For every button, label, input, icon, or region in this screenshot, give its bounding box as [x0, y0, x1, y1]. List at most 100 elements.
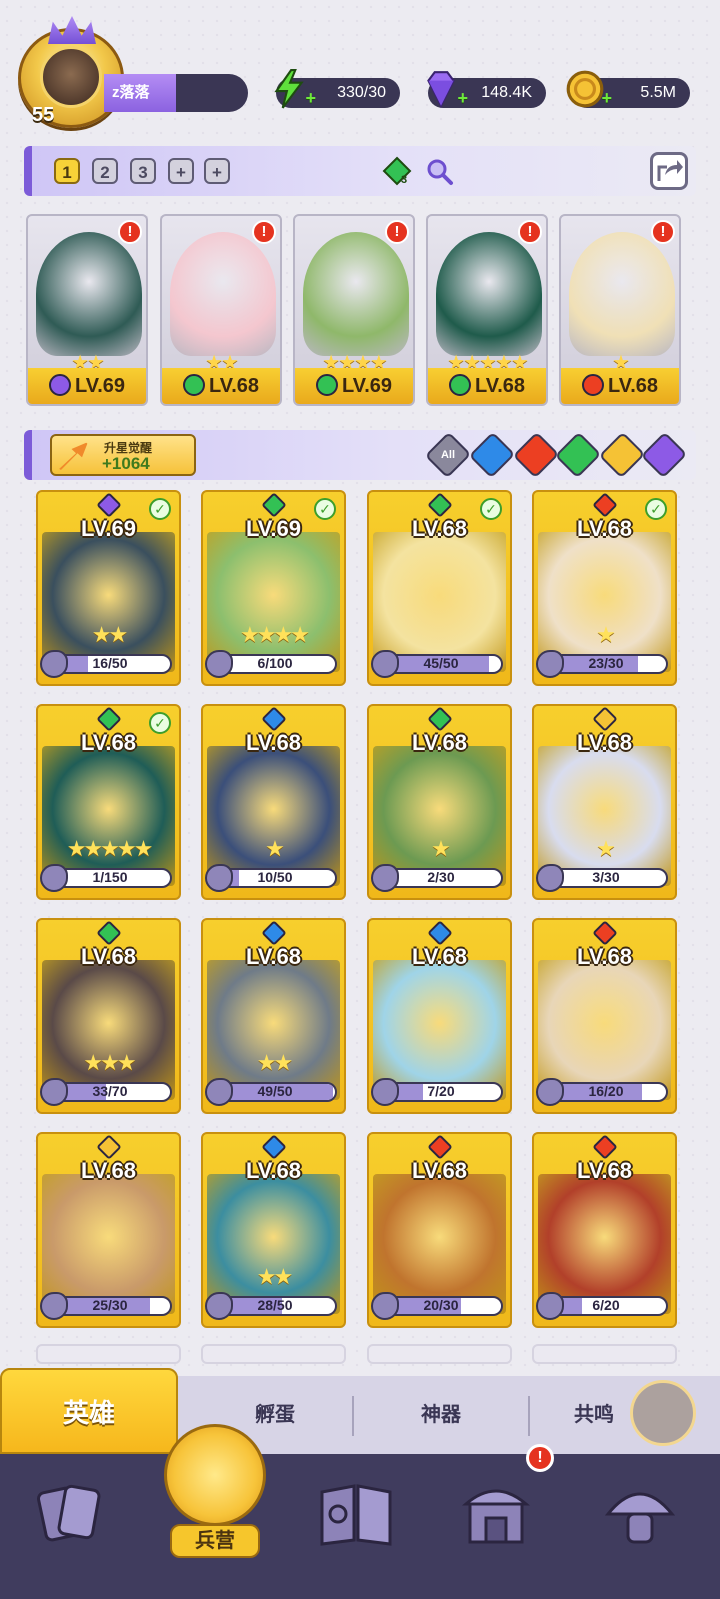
team-tab-1[interactable]: 1 — [54, 158, 80, 184]
hero-shard-icon — [371, 1292, 399, 1320]
team-slot[interactable]: ! ★★★★ LV.69 — [293, 214, 415, 406]
hero-level: LV.68 — [245, 944, 302, 969]
shard-progress-text: 33/70 — [92, 1083, 128, 1099]
energy-counter[interactable]: + 330/30 — [274, 69, 400, 109]
hero-card[interactable]: LV.68 ★ 2/30 — [367, 704, 512, 900]
team-tab-2[interactable]: 2 — [92, 158, 118, 184]
shard-progress-text: 2/30 — [427, 869, 455, 885]
hero-card[interactable]: LV.68 16/20 — [532, 918, 677, 1114]
shard-progress-text: 20/30 — [423, 1297, 459, 1313]
add-team-tab[interactable]: + — [168, 158, 194, 184]
player-level: 55 — [32, 104, 55, 126]
player-name: z落落 — [104, 74, 176, 112]
player-name-bar[interactable]: z落落 — [104, 74, 248, 112]
hero-portrait — [170, 232, 276, 356]
gem-counter[interactable]: + 148.4K — [427, 71, 546, 109]
element-fire-icon — [592, 920, 618, 946]
team-slot[interactable]: ! ★ LV.68 — [559, 214, 681, 406]
hero-card[interactable]: LV.68 ★★ 49/50 — [201, 918, 346, 1114]
hero-card[interactable]: LV.68 7/20 — [367, 918, 512, 1114]
shard-progress-text: 6/20 — [592, 1297, 620, 1313]
crown-icon — [48, 16, 96, 44]
add-team-tab[interactable]: + — [204, 158, 230, 184]
share-icon — [657, 160, 683, 181]
shard-progress-text: 25/30 — [92, 1297, 128, 1313]
hero-card-partial[interactable] — [201, 1344, 346, 1364]
hero-card[interactable]: ✓ LV.68 45/50 — [367, 490, 512, 686]
hero-level: LV.68 — [607, 375, 659, 397]
shard-progress-text: 16/20 — [588, 1083, 624, 1099]
filter-wind[interactable] — [554, 431, 602, 479]
hero-card-partial[interactable] — [36, 1344, 181, 1364]
hero-card[interactable]: LV.68 20/30 — [367, 1132, 512, 1328]
temple-icon[interactable] — [456, 1474, 536, 1554]
hero-card[interactable]: ✓ LV.68 ★ 23/30 — [532, 490, 677, 686]
shard-progress-text: 16/50 — [92, 655, 128, 671]
hero-level: LV.68 — [80, 1158, 137, 1183]
upgrade-awaken-button[interactable]: 升星觉醒 +1064 — [50, 434, 196, 476]
hero-card-partial[interactable] — [367, 1344, 512, 1364]
star-rating: ★ — [265, 836, 285, 861]
cards-icon[interactable] — [30, 1474, 110, 1554]
hero-card[interactable]: LV.68 6/20 — [532, 1132, 677, 1328]
hero-level: LV.69 — [80, 516, 137, 541]
nav-barracks-label: 兵营 — [170, 1524, 260, 1558]
hero-level: LV.68 — [245, 730, 302, 755]
element-wind-icon — [427, 492, 453, 518]
hero-level: LV.68 — [411, 516, 468, 541]
hero-card[interactable]: LV.68 ★★★ 33/70 — [36, 918, 181, 1114]
avatar-portrait — [40, 46, 102, 108]
team-slot[interactable]: ! ★★ LV.69 — [26, 214, 148, 406]
team-slot[interactable]: ! ★★★★★ LV.68 — [426, 214, 548, 406]
plus-icon: + — [305, 88, 316, 108]
map-book-icon[interactable] — [316, 1474, 396, 1554]
hero-portrait — [436, 232, 542, 356]
nav-barracks[interactable]: 兵营 — [160, 1424, 270, 1558]
hero-level: LV.68 — [80, 730, 137, 755]
hero-card[interactable]: LV.68 25/30 — [36, 1132, 181, 1328]
element-wind-icon — [427, 706, 453, 732]
search-icon[interactable] — [424, 156, 454, 186]
upgrade-alert-badge: ! — [118, 220, 142, 244]
hero-card[interactable]: LV.68 ★★ 28/50 — [201, 1132, 346, 1328]
hero-card[interactable]: ✓ LV.69 ★★ 16/50 — [36, 490, 181, 686]
shard-progress-text: 28/50 — [257, 1297, 293, 1313]
hero-shard-icon — [536, 1078, 564, 1106]
star-rating: ★★★★ — [240, 622, 310, 647]
gold-counter[interactable]: + 5.5M — [566, 70, 690, 108]
hero-shard-icon — [371, 1078, 399, 1106]
upgrade-alert-badge: ! — [518, 220, 542, 244]
filter-fire[interactable] — [512, 431, 560, 479]
element-wind-icon — [261, 492, 287, 518]
hero-card-partial[interactable] — [532, 1344, 677, 1364]
team-slot[interactable]: ! ★★ LV.68 — [160, 214, 282, 406]
filter-light[interactable] — [598, 431, 646, 479]
hero-shard-icon — [371, 864, 399, 892]
hero-shard-icon — [40, 1292, 68, 1320]
hero-level: LV.68 — [474, 375, 526, 397]
hero-card[interactable]: LV.68 ★ 3/30 — [532, 704, 677, 900]
filter-dark[interactable] — [640, 431, 688, 479]
hero-portrait — [303, 232, 409, 356]
team-gem-icon[interactable]: 3 — [382, 156, 412, 186]
team-tab-3[interactable]: 3 — [130, 158, 156, 184]
hero-card[interactable]: LV.68 ★ 10/50 — [201, 704, 346, 900]
hero-shard-icon — [205, 1292, 233, 1320]
element-water-icon — [261, 706, 287, 732]
tab-heroes[interactable]: 英雄 — [0, 1368, 178, 1454]
barracks-icon — [164, 1424, 266, 1526]
hero-card[interactable]: ✓ LV.69 ★★★★ 6/100 — [201, 490, 346, 686]
shard-progress-text: 23/30 — [588, 655, 624, 671]
hero-level: LV.69 — [341, 375, 393, 397]
filter-water[interactable] — [468, 431, 516, 479]
tab-artifact[interactable]: 神器 — [356, 1376, 526, 1454]
star-rating: ★ — [431, 836, 451, 861]
shard-progress-text: 1/150 — [92, 869, 128, 885]
hero-card[interactable]: ✓ LV.68 ★★★★★ 1/150 — [36, 704, 181, 900]
mushroom-icon[interactable] — [600, 1474, 680, 1554]
share-button[interactable] — [650, 152, 688, 190]
hero-level: LV.69 — [74, 375, 126, 397]
element-fire-icon — [427, 1134, 453, 1160]
floating-assist-button[interactable] — [630, 1380, 696, 1446]
filter-all[interactable]: All — [424, 431, 472, 479]
